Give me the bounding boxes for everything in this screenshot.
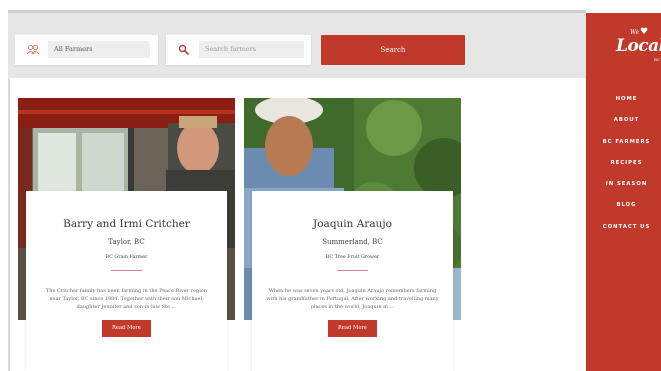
search-button[interactable]: Search [321,35,465,65]
nav-item-in-season[interactable]: IN SEASON [586,178,661,199]
nav-item-about[interactable]: ABOUT [586,114,661,135]
sidebar: We ♥ Local BC HOME ABOUT BC FARMERS RECI… [586,13,661,371]
nav-item-contact-us[interactable]: CONTACT US [586,221,661,242]
farmer-description: When he was seven years old, Joaquin Ara… [266,288,439,310]
category-select[interactable]: All Farmers [15,35,158,65]
read-more-button[interactable]: Read More [328,320,377,337]
card-divider [337,270,368,271]
farmer-location: Taylor, BC [108,238,145,246]
nav-item-home[interactable]: HOME [586,93,661,114]
farmer-card: Joaquin Araujo Summerland, BC BC Tree Fr… [244,98,461,371]
search-icon [178,44,190,56]
farmer-name: Barry and Irmi Critcher [63,218,190,230]
nav-item-blog[interactable]: BLOG [586,199,661,220]
farmer-card: Barry and Irmi Critcher Taylor, BC BC Gr… [18,98,235,371]
farmer-type: BC Tree Fruit Grower [325,255,380,260]
category-value[interactable]: All Farmers [48,41,150,58]
we-local-logo[interactable]: We ♥ Local BC [616,27,661,69]
read-more-button[interactable]: Read More [102,320,151,337]
card-divider [111,270,142,271]
logo-local: Local [616,36,661,56]
search-input[interactable]: Search farmers [199,41,304,58]
nav-item-bc-farmers[interactable]: BC FARMERS [586,136,661,157]
farmer-type: BC Grain Farmer [105,255,148,260]
farmer-description: The Critcher family has been farming in … [45,288,208,310]
people-icon [26,44,40,55]
farmer-name: Joaquin Araujo [313,218,392,230]
search-box: Search farmers [166,35,311,65]
farmer-location: Summerland, BC [322,238,383,246]
logo-bc: BC [654,57,661,62]
logo-we: We [630,29,640,36]
nav-item-recipes[interactable]: RECIPES [586,157,661,178]
left-divider [8,78,10,371]
main-nav: HOME ABOUT BC FARMERS RECIPES IN SEASON … [586,93,661,242]
